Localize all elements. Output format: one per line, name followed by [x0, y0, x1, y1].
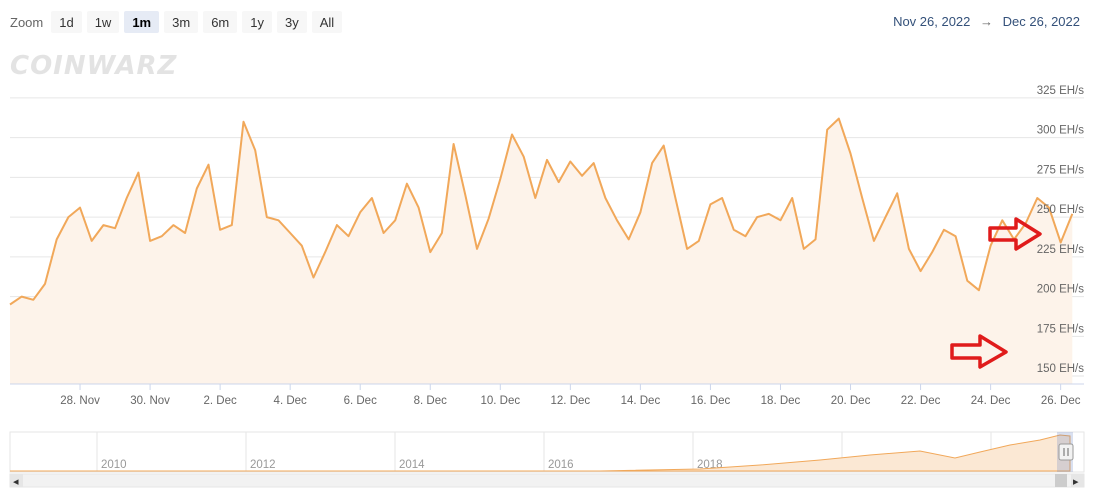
x-axis-labels: 28. Nov 30. Nov 2. Dec 4. Dec 6. Dec 8. Dec 10…: [60, 395, 1080, 407]
x-tick-label: 28. Nov: [60, 395, 100, 407]
scrollbar-thumb[interactable]: [1055, 474, 1067, 487]
series-area-fill: [10, 118, 1073, 384]
x-tick-label: 2. Dec: [204, 395, 237, 407]
x-tick-label: 12. Dec: [551, 395, 591, 407]
x-tick-label: 26. Dec: [1041, 395, 1081, 407]
y-tick-label: 200 EH/s: [1037, 284, 1085, 296]
scroll-right-icon: ▸: [1073, 476, 1079, 488]
x-tick-label: 20. Dec: [831, 395, 871, 407]
y-tick-label: 325 EH/s: [1037, 85, 1085, 97]
plot-area: [9, 117, 1074, 384]
y-tick-label: 275 EH/s: [1037, 164, 1085, 176]
y-tick-label: 250 EH/s: [1037, 204, 1085, 216]
y-tick-label: 175 EH/s: [1037, 323, 1085, 335]
scrollbar[interactable]: ◂ ▸: [9, 473, 1085, 488]
x-tick-label: 18. Dec: [761, 395, 801, 407]
navigator-year-label: 2014: [399, 459, 425, 471]
navigator-handle[interactable]: [1058, 443, 1074, 461]
x-tick-label: 6. Dec: [344, 395, 377, 407]
y-tick-label: 225 EH/s: [1037, 244, 1085, 256]
x-tick-label: 8. Dec: [414, 395, 447, 407]
navigator-year-label: 2016: [548, 459, 574, 471]
scrollbar-track[interactable]: [9, 473, 1085, 488]
x-axis-ticks: [79, 384, 1062, 390]
navigator-year-label: 2012: [250, 459, 276, 471]
hashrate-chart: COINWARZ 150 EH/s 175 EH/s 200 EH/s 225 EH/…: [9, 51, 1085, 488]
x-tick-label: 24. Dec: [971, 395, 1011, 407]
x-tick-label: 22. Dec: [901, 395, 941, 407]
scroll-left-icon: ◂: [13, 476, 19, 488]
navigator[interactable]: 2010201220142016201820202022: [9, 431, 1085, 473]
x-tick-label: 16. Dec: [691, 395, 731, 407]
y-tick-label: 150 EH/s: [1037, 363, 1085, 375]
navigator-year-label: 2010: [101, 459, 127, 471]
x-tick-label: 14. Dec: [621, 395, 661, 407]
x-tick-label: 30. Nov: [130, 395, 170, 407]
coinwarz-watermark: COINWARZ: [10, 51, 178, 81]
x-tick-label: 4. Dec: [274, 395, 307, 407]
x-tick-label: 10. Dec: [480, 395, 520, 407]
y-tick-label: 300 EH/s: [1037, 125, 1085, 137]
